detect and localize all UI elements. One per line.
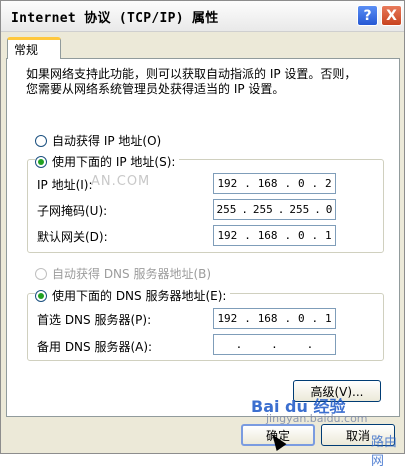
close-icon: X xyxy=(386,7,397,24)
dns-octet: 192 xyxy=(217,312,238,325)
corner-watermark: 路由网 xyxy=(371,435,398,469)
cancel-button-label: 取消 xyxy=(345,428,370,443)
gateway-octet: 192 xyxy=(217,229,238,242)
manual-dns-radio[interactable]: 使用下面的 DNS 服务器地址(E): xyxy=(35,287,231,304)
auto-dns-radio[interactable]: 自动获得 DNS 服务器地址(B) xyxy=(35,265,211,282)
title-bar[interactable]: Internet 协议 (TCP/IP) 属性 ? X xyxy=(1,1,404,32)
manual-ip-label: 使用下面的 IP 地址(S): xyxy=(52,155,176,169)
auto-ip-radio[interactable]: 自动获得 IP 地址(O) xyxy=(35,132,161,149)
ip-octet: 168 xyxy=(257,177,278,190)
mask-octet: 255 xyxy=(289,203,310,216)
ip-octet: 192 xyxy=(217,177,238,190)
dialog-window: Internet 协议 (TCP/IP) 属性 ? X 常规 如果网络支持此功能… xyxy=(0,0,405,469)
primary-dns-label: 首选 DNS 服务器(P): xyxy=(37,313,152,327)
gateway-octet: 0 xyxy=(297,229,305,242)
subnet-mask-label: 子网掩码(U): xyxy=(37,204,108,218)
description: 如果网络支持此功能，则可以获取自动指派的 IP 设置。否则， 您需要从网络系统管… xyxy=(26,67,376,97)
description-line-1: 如果网络支持此功能，则可以获取自动指派的 IP 设置。否则， xyxy=(26,67,357,81)
dns-octet: 168 xyxy=(257,312,278,325)
tab-general[interactable]: 常规 xyxy=(7,37,61,59)
gateway-octet: 1 xyxy=(324,229,332,242)
watermark-url: AN.COM xyxy=(91,174,151,189)
auto-ip-radio-circle xyxy=(35,134,47,147)
help-button[interactable]: ? xyxy=(357,5,378,26)
dns-octet: 0 xyxy=(297,312,305,325)
gateway-octet: 168 xyxy=(257,229,278,242)
mask-octet: 255 xyxy=(252,203,273,216)
primary-dns-field[interactable]: 192. 168. 0. 1 xyxy=(213,308,336,329)
ip-octet: 2 xyxy=(324,177,332,190)
auto-dns-radio-circle xyxy=(35,267,47,280)
manual-dns-label: 使用下面的 DNS 服务器地址(E): xyxy=(52,289,227,303)
manual-ip-radio[interactable]: 使用下面的 IP 地址(S): xyxy=(35,153,180,170)
gateway-label: 默认网关(D): xyxy=(37,230,108,244)
dns-octet: 1 xyxy=(324,312,332,325)
alternate-dns-label: 备用 DNS 服务器(A): xyxy=(37,340,153,354)
window-title: Internet 协议 (TCP/IP) 属性 xyxy=(11,11,219,26)
description-line-2: 您需要从网络系统管理员处获得适当的 IP 设置。 xyxy=(26,82,285,96)
gateway-field[interactable]: 192. 168. 0. 1 xyxy=(213,225,336,246)
auto-dns-label: 自动获得 DNS 服务器地址(B) xyxy=(52,267,212,281)
ip-octet: 0 xyxy=(297,177,305,190)
baidu-watermark-sub: jingyan.baidu.com xyxy=(266,412,368,425)
mask-octet: 0 xyxy=(325,203,333,216)
auto-ip-label: 自动获得 IP 地址(O) xyxy=(52,134,162,148)
alternate-dns-field[interactable]: ... xyxy=(213,334,336,355)
ip-address-label: IP 地址(I): xyxy=(37,178,93,192)
close-button[interactable]: X xyxy=(381,5,402,26)
help-icon: ? xyxy=(363,7,372,24)
ip-address-field[interactable]: 192. 168. 0. 2 xyxy=(213,173,336,194)
subnet-mask-field[interactable]: 255. 255. 255. 0 xyxy=(213,199,336,220)
manual-ip-radio-circle xyxy=(35,155,47,168)
tab-general-label: 常规 xyxy=(14,43,39,57)
manual-dns-radio-circle xyxy=(35,289,47,302)
mask-octet: 255 xyxy=(216,203,237,216)
